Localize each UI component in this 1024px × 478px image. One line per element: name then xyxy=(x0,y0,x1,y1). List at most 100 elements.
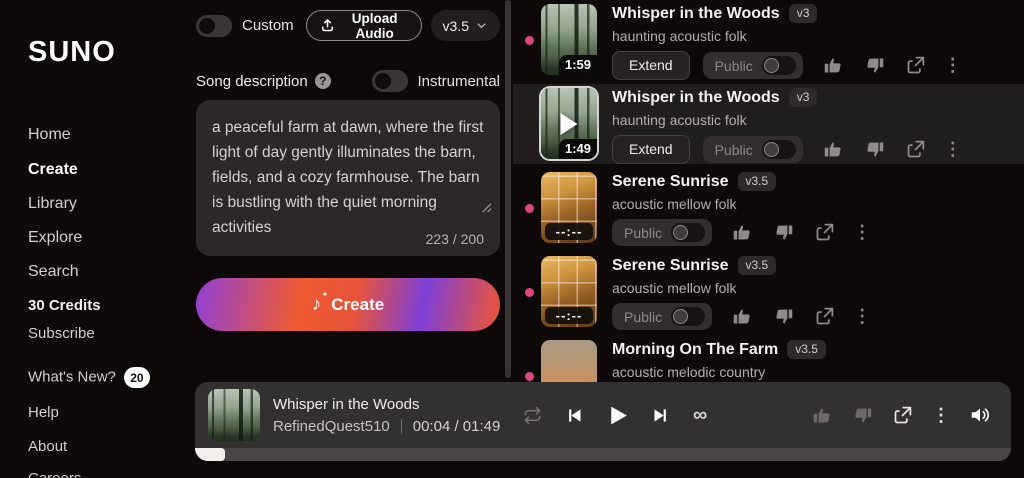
version-badge: v3 xyxy=(788,4,818,23)
model-version-dropdown[interactable]: v3.5 xyxy=(430,10,500,41)
song-title[interactable]: Serene Sunrise xyxy=(612,173,729,191)
about-link[interactable]: About xyxy=(28,438,67,455)
song-info: Whisper in the Woods v3 haunting acousti… xyxy=(612,84,962,164)
song-thumbnail[interactable]: 1:59 xyxy=(541,4,597,75)
song-title[interactable]: Serene Sunrise xyxy=(612,257,729,275)
song-title[interactable]: Whisper in the Woods xyxy=(612,89,780,107)
sidebar-item-explore[interactable]: Explore xyxy=(28,229,82,247)
player-track-title[interactable]: Whisper in the Woods xyxy=(273,396,515,413)
volume-icon[interactable] xyxy=(969,404,991,426)
player-thumbnail[interactable] xyxy=(208,389,260,441)
public-toggle-switch[interactable] xyxy=(761,140,796,159)
suno-logo[interactable]: SUNO xyxy=(28,36,116,69)
char-counter: 223 / 200 xyxy=(425,231,484,247)
sidebar-item-home[interactable]: Home xyxy=(28,126,71,144)
song-row[interactable]: 1:49 Whisper in the Woods v3 haunting ac… xyxy=(513,84,1024,164)
public-toggle[interactable]: Public xyxy=(702,52,803,79)
share-icon[interactable] xyxy=(905,55,926,76)
sidebar-item-search[interactable]: Search xyxy=(28,263,79,281)
help-link[interactable]: Help xyxy=(28,404,59,421)
sidebar-item-create[interactable]: Create xyxy=(28,161,78,179)
thumbs-down-icon[interactable] xyxy=(864,139,885,160)
more-options-icon[interactable]: ⋮ xyxy=(853,306,871,327)
player-progress-bar[interactable] xyxy=(195,448,1011,461)
autoplay-loop-icon[interactable] xyxy=(523,406,542,425)
thumbs-down-icon[interactable] xyxy=(864,55,885,76)
extend-button[interactable]: Extend xyxy=(612,51,690,80)
player-right-actions: ⋮ xyxy=(812,404,991,426)
play-overlay-icon[interactable] xyxy=(560,112,578,135)
thumbs-down-icon[interactable] xyxy=(773,306,794,327)
suno-app: SUNO Home Create Library Explore Search … xyxy=(0,0,1024,478)
song-thumbnail[interactable]: --:-- xyxy=(541,256,597,327)
song-info: Serene Sunrise v3.5 acoustic mellow folk… xyxy=(612,168,871,248)
player-bar: Whisper in the Woods RefinedQuest510 00:… xyxy=(195,382,1011,461)
share-icon[interactable] xyxy=(814,222,835,243)
custom-toggle-knob xyxy=(199,17,215,34)
public-toggle[interactable]: Public xyxy=(612,219,713,246)
song-row[interactable]: --:-- Serene Sunrise v3.5 acoustic mello… xyxy=(513,168,1024,248)
more-options-icon[interactable]: ⋮ xyxy=(944,139,962,160)
player-content: Whisper in the Woods RefinedQuest510 00:… xyxy=(195,382,1011,448)
more-options-icon[interactable]: ⋮ xyxy=(944,55,962,76)
sidebar-item-library[interactable]: Library xyxy=(28,195,77,213)
share-icon[interactable] xyxy=(814,306,835,327)
thumbs-down-icon[interactable] xyxy=(773,222,794,243)
song-row[interactable]: --:-- Serene Sunrise v3.5 acoustic mello… xyxy=(513,252,1024,332)
public-toggle-switch[interactable] xyxy=(671,223,706,242)
thumbs-down-icon[interactable] xyxy=(852,405,873,426)
custom-toggle[interactable] xyxy=(196,14,232,37)
song-thumbnail[interactable]: 1:49 xyxy=(541,88,597,159)
play-icon[interactable] xyxy=(605,403,630,428)
song-row[interactable]: Morning On The Farm v3.5 acoustic melodi… xyxy=(513,336,1024,382)
upload-audio-button[interactable]: Upload Audio xyxy=(305,10,422,41)
thumbs-up-icon[interactable] xyxy=(823,55,844,76)
new-song-indicator-dot xyxy=(525,36,534,45)
create-button[interactable]: ♪ ✦ Create xyxy=(196,278,500,331)
song-title[interactable]: Whisper in the Woods xyxy=(612,5,780,23)
next-track-icon[interactable] xyxy=(651,405,672,426)
thumbs-up-icon[interactable] xyxy=(823,139,844,160)
thumbs-up-icon[interactable] xyxy=(732,306,753,327)
public-toggle-switch[interactable] xyxy=(671,307,706,326)
careers-link[interactable]: Careers xyxy=(28,470,81,478)
thumbs-up-icon[interactable] xyxy=(812,405,833,426)
song-thumbnail[interactable]: --:-- xyxy=(541,172,597,243)
thumbs-up-icon[interactable] xyxy=(732,222,753,243)
extend-button[interactable]: Extend xyxy=(612,135,690,164)
instrumental-toggle-knob xyxy=(375,73,392,89)
custom-toggle-label: Custom xyxy=(242,17,294,34)
public-toggle-knob xyxy=(673,225,689,240)
version-badge: v3 xyxy=(788,88,818,107)
subscribe-link[interactable]: Subscribe xyxy=(28,325,95,342)
new-song-indicator-dot xyxy=(525,372,534,381)
song-description-value: a peaceful farm at dawn, where the first… xyxy=(212,119,484,236)
song-thumbnail[interactable] xyxy=(541,340,597,382)
song-title[interactable]: Morning On The Farm xyxy=(612,341,778,359)
share-icon[interactable] xyxy=(905,139,926,160)
more-options-icon[interactable]: ⋮ xyxy=(932,405,950,426)
song-controls: Public ⋮ xyxy=(612,219,871,246)
instrumental-toggle[interactable] xyxy=(372,70,409,92)
public-toggle-knob xyxy=(673,309,689,324)
player-track-info: Whisper in the Woods RefinedQuest510 00:… xyxy=(273,396,515,435)
more-options-icon[interactable]: ⋮ xyxy=(853,222,871,243)
song-row[interactable]: 1:59 Whisper in the Woods v3 haunting ac… xyxy=(513,0,1024,80)
song-description-input[interactable]: a peaceful farm at dawn, where the first… xyxy=(196,100,500,256)
credits-label[interactable]: 30 Credits xyxy=(28,297,101,314)
previous-track-icon[interactable] xyxy=(563,405,584,426)
public-toggle-switch[interactable] xyxy=(761,56,796,75)
song-description-label: Song description xyxy=(196,72,308,90)
whats-new-link[interactable]: What's New? 20 xyxy=(28,367,150,388)
create-button-label: Create xyxy=(331,294,385,314)
share-icon[interactable] xyxy=(892,405,913,426)
panel-scrollbar[interactable] xyxy=(505,0,511,378)
infinite-play-icon[interactable]: ∞ xyxy=(693,405,707,425)
public-toggle[interactable]: Public xyxy=(612,303,713,330)
instrumental-label: Instrumental xyxy=(417,72,500,90)
help-icon[interactable]: ? xyxy=(314,73,331,89)
player-artist[interactable]: RefinedQuest510 xyxy=(273,418,390,435)
public-toggle[interactable]: Public xyxy=(702,136,803,163)
song-style: acoustic mellow folk xyxy=(612,280,737,296)
whats-new-label: What's New? xyxy=(28,368,116,386)
